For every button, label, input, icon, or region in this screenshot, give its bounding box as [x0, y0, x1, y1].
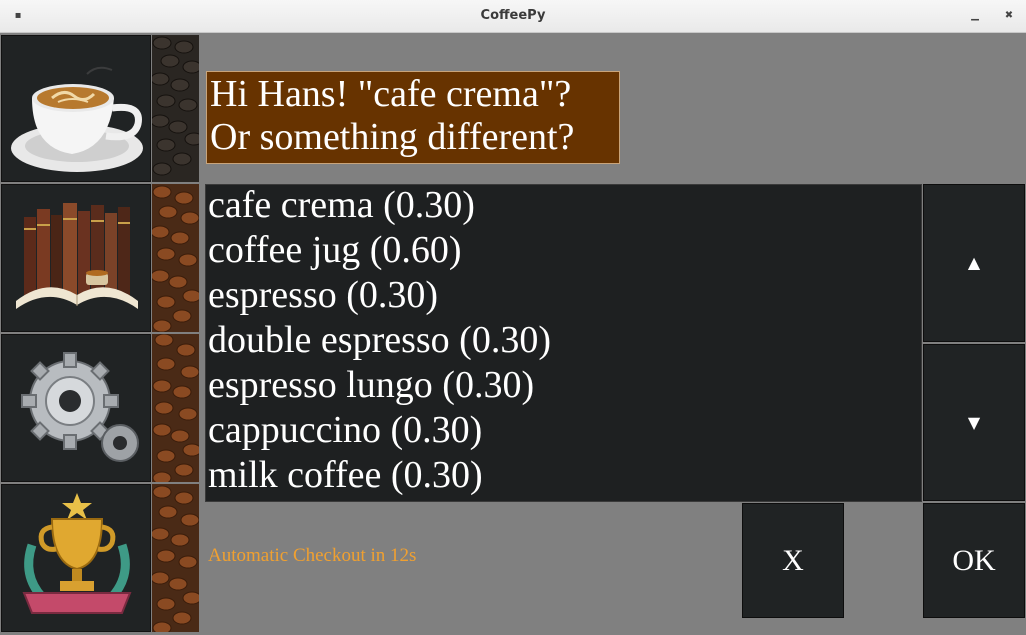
- ok-button-label: OK: [952, 543, 996, 577]
- list-item[interactable]: espresso lungo (0.30): [206, 365, 921, 410]
- cancel-button-label: X: [782, 543, 804, 577]
- product-list[interactable]: cafe crema (0.30) coffee jug (0.60) espr…: [205, 184, 922, 502]
- ok-button[interactable]: OK: [923, 503, 1025, 618]
- trophy-icon: [22, 493, 132, 614]
- sidebar-item-trophy[interactable]: [1, 484, 151, 632]
- list-item[interactable]: double espresso (0.30): [206, 320, 921, 365]
- scroll-up-button[interactable]: ▲: [923, 184, 1025, 342]
- gears-icon: [21, 352, 139, 462]
- coffee-beans-strip: [152, 184, 199, 332]
- list-item[interactable]: coffee jug (0.60): [206, 230, 921, 275]
- scroll-down-button[interactable]: ▼: [923, 344, 1025, 501]
- greeting-line-1: Hi Hans! "cafe crema"?: [210, 73, 572, 115]
- checkout-countdown: Automatic Checkout in 12s: [208, 545, 417, 566]
- books-icon: [16, 203, 138, 309]
- coffee-cup-icon: [11, 66, 143, 172]
- cancel-button[interactable]: X: [742, 503, 844, 618]
- window-title: CoffeePy: [480, 8, 546, 23]
- window-titlebar: ▪ CoffeePy ▁ ✖: [0, 0, 1026, 33]
- arrow-up-icon: ▲: [967, 253, 981, 272]
- sidebar-item-books[interactable]: [1, 184, 151, 332]
- sidebar-item-coffee[interactable]: [1, 35, 151, 182]
- list-item[interactable]: espresso (0.30): [206, 275, 921, 320]
- greeting-line-2: Or something different?: [210, 116, 575, 158]
- minimize-icon[interactable]: ▁: [967, 8, 983, 24]
- close-icon[interactable]: ✖: [1001, 8, 1017, 24]
- coffee-beans-strip: [152, 334, 199, 482]
- coffee-beans-strip: [152, 484, 199, 632]
- coffee-beans-strip: [152, 35, 199, 182]
- greeting-banner: Hi Hans! "cafe crema"? Or something diff…: [206, 71, 620, 164]
- list-item[interactable]: cappuccino (0.30): [206, 410, 921, 455]
- sidebar-item-settings[interactable]: [1, 334, 151, 482]
- arrow-down-icon: ▼: [967, 412, 981, 432]
- list-item[interactable]: milk coffee (0.30): [206, 455, 921, 500]
- list-item[interactable]: cafe crema (0.30): [206, 185, 921, 230]
